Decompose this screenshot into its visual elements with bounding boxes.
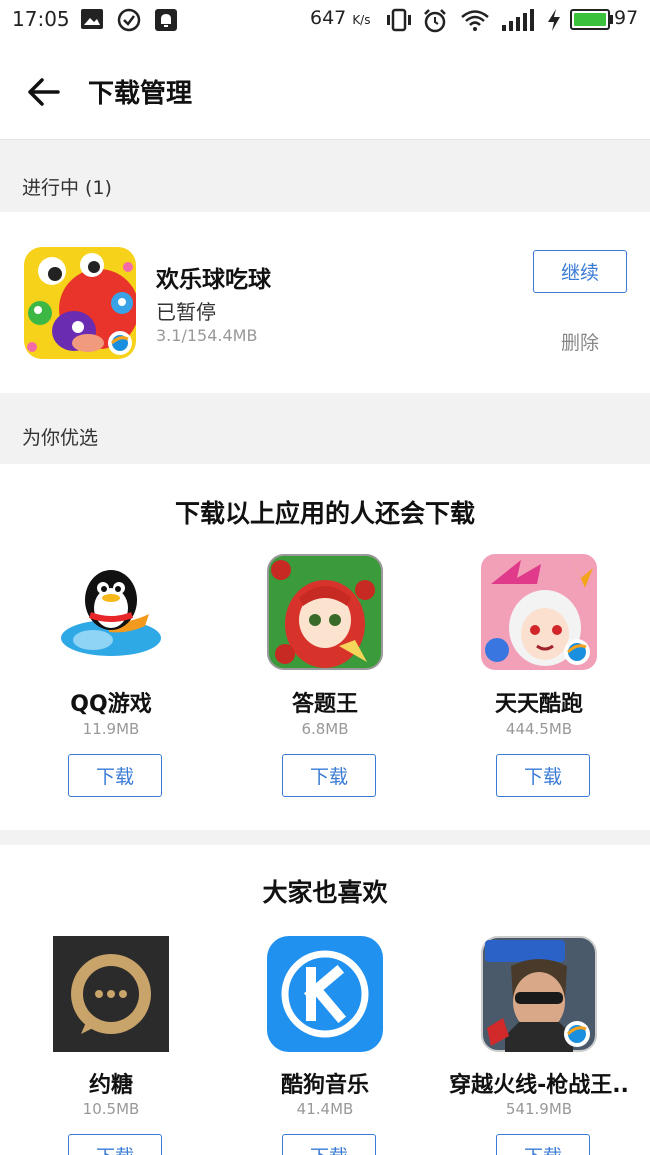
alarm-icon xyxy=(424,9,446,33)
app-size: 444.5MB xyxy=(505,720,573,738)
app-name: 酷狗音乐 xyxy=(280,1073,369,1098)
datiwang-icon[interactable] xyxy=(267,554,383,670)
vibrate-icon xyxy=(387,8,411,32)
download-button[interactable]: 下载 xyxy=(68,754,162,797)
app-name: 穿越火线-枪战王.. xyxy=(449,1073,629,1098)
app-name: QQ游戏 xyxy=(70,692,152,717)
tiantian-kupao-icon[interactable] xyxy=(481,554,597,670)
download-button[interactable]: 下载 xyxy=(282,1134,376,1155)
download-button[interactable]: 下载 xyxy=(68,1134,162,1155)
kugou-icon[interactable] xyxy=(267,936,383,1052)
app-name: 天天酷跑 xyxy=(494,692,583,717)
net-speed: 647 K/s xyxy=(310,7,371,29)
download-button[interactable]: 下载 xyxy=(496,754,590,797)
yuetang-icon[interactable] xyxy=(53,936,169,1052)
qq-game-icon[interactable] xyxy=(53,554,169,670)
download-progress: 3.1/154.4MB xyxy=(156,326,258,345)
download-button[interactable]: 下载 xyxy=(282,754,376,797)
charging-icon xyxy=(548,9,560,31)
app-card[interactable]: 答题王 6.8MB 下载 xyxy=(218,554,432,814)
for-you-label: 为你优选 xyxy=(22,427,99,449)
app-size: 10.5MB xyxy=(82,1100,140,1118)
continue-button[interactable]: 继续 xyxy=(533,250,627,293)
app-card[interactable]: QQ游戏 11.9MB 下载 xyxy=(4,554,218,814)
section-title: 下载以上应用的人还会下载 xyxy=(174,499,475,528)
app-card[interactable]: 穿越火线-枪战王.. 541.9MB 下载 xyxy=(432,936,646,1155)
download-button[interactable]: 下载 xyxy=(496,1134,590,1155)
status-bar: 17:05 647 K/s 97 xyxy=(0,0,650,40)
recommend-section-2: 大家也喜欢 约糖 10.5MB 下载 酷狗音乐 41.4MB 下载 xyxy=(0,845,650,1155)
app-card[interactable]: 约糖 10.5MB 下载 xyxy=(4,936,218,1155)
status-time: 17:05 xyxy=(12,7,70,31)
download-status: 已暂停 xyxy=(156,300,216,324)
app-size: 41.4MB xyxy=(296,1100,354,1118)
download-item: 欢乐球吃球 已暂停 3.1/154.4MB 继续 删除 xyxy=(0,212,650,393)
recommend-section-1: 下载以上应用的人还会下载 QQ游戏 11.9MB 下载 答题王 6.8MB 下载… xyxy=(0,464,650,830)
section-title: 大家也喜欢 xyxy=(262,878,388,907)
app-header: 下载管理 xyxy=(0,40,650,140)
battery-icon xyxy=(570,9,610,30)
signal-icon xyxy=(502,9,534,31)
download-app-name: 欢乐球吃球 xyxy=(156,267,271,293)
huanle-qiu-icon[interactable] xyxy=(24,247,136,359)
app-card[interactable]: 天天酷跑 444.5MB 下载 xyxy=(432,554,646,814)
wifi-icon xyxy=(461,10,489,31)
page-title: 下载管理 xyxy=(88,79,193,109)
app-name: 约糖 xyxy=(88,1073,133,1098)
app-card[interactable]: 酷狗音乐 41.4MB 下载 xyxy=(218,936,432,1155)
back-arrow-icon[interactable] xyxy=(24,72,64,112)
bell-icon xyxy=(155,9,177,31)
check-circle-icon xyxy=(117,8,141,32)
app-name: 答题王 xyxy=(291,692,358,717)
battery-level: 97 xyxy=(614,7,639,29)
app-size: 11.9MB xyxy=(82,720,140,738)
cf-icon[interactable] xyxy=(481,936,597,1052)
image-icon xyxy=(81,9,103,29)
in-progress-label: 进行中 (1) xyxy=(22,177,112,199)
app-size: 6.8MB xyxy=(301,720,349,738)
app-size: 541.9MB xyxy=(505,1100,573,1118)
delete-button[interactable]: 删除 xyxy=(561,328,599,355)
